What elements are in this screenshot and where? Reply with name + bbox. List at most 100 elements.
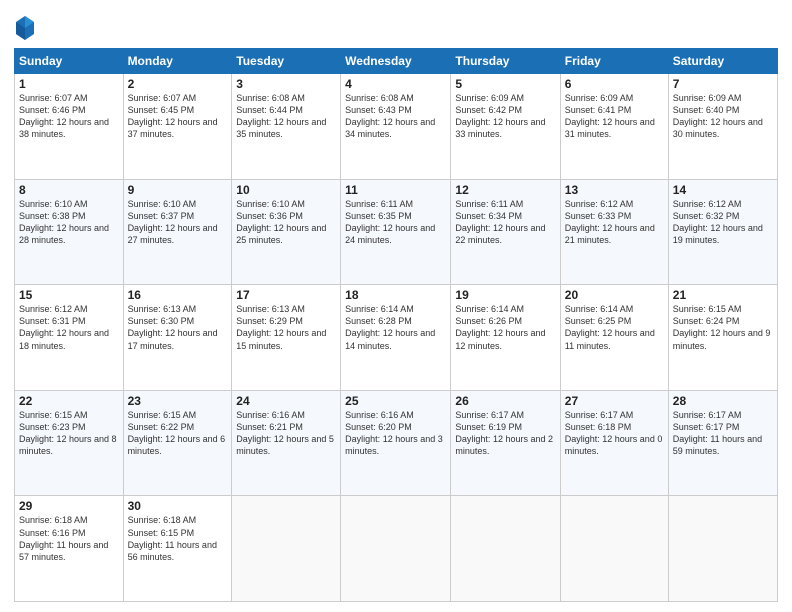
calendar-cell: 17 Sunrise: 6:13 AMSunset: 6:29 PMDaylig… [232, 285, 341, 391]
day-number: 29 [19, 499, 119, 513]
day-number: 2 [128, 77, 228, 91]
day-info: Sunrise: 6:13 AMSunset: 6:29 PMDaylight:… [236, 303, 336, 352]
day-info: Sunrise: 6:09 AMSunset: 6:42 PMDaylight:… [455, 92, 555, 141]
day-number: 6 [565, 77, 664, 91]
day-info: Sunrise: 6:10 AMSunset: 6:38 PMDaylight:… [19, 198, 119, 247]
calendar-cell: 29 Sunrise: 6:18 AMSunset: 6:16 PMDaylig… [15, 496, 124, 602]
day-info: Sunrise: 6:09 AMSunset: 6:41 PMDaylight:… [565, 92, 664, 141]
day-number: 22 [19, 394, 119, 408]
calendar-cell: 19 Sunrise: 6:14 AMSunset: 6:26 PMDaylig… [451, 285, 560, 391]
day-info: Sunrise: 6:18 AMSunset: 6:15 PMDaylight:… [128, 514, 228, 563]
day-info: Sunrise: 6:10 AMSunset: 6:36 PMDaylight:… [236, 198, 336, 247]
day-number: 20 [565, 288, 664, 302]
day-info: Sunrise: 6:17 AMSunset: 6:17 PMDaylight:… [673, 409, 773, 458]
calendar-cell: 11 Sunrise: 6:11 AMSunset: 6:35 PMDaylig… [341, 179, 451, 285]
day-number: 18 [345, 288, 446, 302]
day-number: 4 [345, 77, 446, 91]
calendar-header-tuesday: Tuesday [232, 49, 341, 74]
calendar-cell: 24 Sunrise: 6:16 AMSunset: 6:21 PMDaylig… [232, 390, 341, 496]
calendar-header-sunday: Sunday [15, 49, 124, 74]
day-number: 30 [128, 499, 228, 513]
day-number: 26 [455, 394, 555, 408]
day-info: Sunrise: 6:12 AMSunset: 6:32 PMDaylight:… [673, 198, 773, 247]
calendar-cell: 26 Sunrise: 6:17 AMSunset: 6:19 PMDaylig… [451, 390, 560, 496]
calendar-cell: 22 Sunrise: 6:15 AMSunset: 6:23 PMDaylig… [15, 390, 124, 496]
calendar-cell: 3 Sunrise: 6:08 AMSunset: 6:44 PMDayligh… [232, 74, 341, 180]
calendar-cell: 27 Sunrise: 6:17 AMSunset: 6:18 PMDaylig… [560, 390, 668, 496]
day-number: 13 [565, 183, 664, 197]
day-number: 23 [128, 394, 228, 408]
day-number: 5 [455, 77, 555, 91]
day-number: 11 [345, 183, 446, 197]
day-info: Sunrise: 6:15 AMSunset: 6:22 PMDaylight:… [128, 409, 228, 458]
day-info: Sunrise: 6:14 AMSunset: 6:26 PMDaylight:… [455, 303, 555, 352]
calendar-week-1: 1 Sunrise: 6:07 AMSunset: 6:46 PMDayligh… [15, 74, 778, 180]
logo-icon [14, 14, 36, 42]
day-info: Sunrise: 6:17 AMSunset: 6:18 PMDaylight:… [565, 409, 664, 458]
day-number: 3 [236, 77, 336, 91]
calendar-header-monday: Monday [123, 49, 232, 74]
day-info: Sunrise: 6:14 AMSunset: 6:28 PMDaylight:… [345, 303, 446, 352]
day-info: Sunrise: 6:07 AMSunset: 6:46 PMDaylight:… [19, 92, 119, 141]
day-number: 14 [673, 183, 773, 197]
calendar-cell: 21 Sunrise: 6:15 AMSunset: 6:24 PMDaylig… [668, 285, 777, 391]
calendar-cell: 10 Sunrise: 6:10 AMSunset: 6:36 PMDaylig… [232, 179, 341, 285]
calendar-week-5: 29 Sunrise: 6:18 AMSunset: 6:16 PMDaylig… [15, 496, 778, 602]
calendar-cell: 12 Sunrise: 6:11 AMSunset: 6:34 PMDaylig… [451, 179, 560, 285]
day-number: 28 [673, 394, 773, 408]
calendar-week-2: 8 Sunrise: 6:10 AMSunset: 6:38 PMDayligh… [15, 179, 778, 285]
day-info: Sunrise: 6:11 AMSunset: 6:34 PMDaylight:… [455, 198, 555, 247]
calendar-cell: 13 Sunrise: 6:12 AMSunset: 6:33 PMDaylig… [560, 179, 668, 285]
day-number: 15 [19, 288, 119, 302]
calendar-cell: 18 Sunrise: 6:14 AMSunset: 6:28 PMDaylig… [341, 285, 451, 391]
calendar-cell [451, 496, 560, 602]
day-info: Sunrise: 6:12 AMSunset: 6:33 PMDaylight:… [565, 198, 664, 247]
day-info: Sunrise: 6:10 AMSunset: 6:37 PMDaylight:… [128, 198, 228, 247]
day-info: Sunrise: 6:07 AMSunset: 6:45 PMDaylight:… [128, 92, 228, 141]
calendar-cell: 23 Sunrise: 6:15 AMSunset: 6:22 PMDaylig… [123, 390, 232, 496]
calendar-cell: 25 Sunrise: 6:16 AMSunset: 6:20 PMDaylig… [341, 390, 451, 496]
calendar-header-friday: Friday [560, 49, 668, 74]
header [14, 10, 778, 42]
day-info: Sunrise: 6:15 AMSunset: 6:24 PMDaylight:… [673, 303, 773, 352]
day-info: Sunrise: 6:16 AMSunset: 6:21 PMDaylight:… [236, 409, 336, 458]
day-info: Sunrise: 6:18 AMSunset: 6:16 PMDaylight:… [19, 514, 119, 563]
calendar-header-row: SundayMondayTuesdayWednesdayThursdayFrid… [15, 49, 778, 74]
day-number: 1 [19, 77, 119, 91]
calendar-cell: 20 Sunrise: 6:14 AMSunset: 6:25 PMDaylig… [560, 285, 668, 391]
calendar-cell [341, 496, 451, 602]
day-info: Sunrise: 6:14 AMSunset: 6:25 PMDaylight:… [565, 303, 664, 352]
day-number: 19 [455, 288, 555, 302]
page: SundayMondayTuesdayWednesdayThursdayFrid… [0, 0, 792, 612]
day-number: 10 [236, 183, 336, 197]
day-info: Sunrise: 6:15 AMSunset: 6:23 PMDaylight:… [19, 409, 119, 458]
calendar-week-3: 15 Sunrise: 6:12 AMSunset: 6:31 PMDaylig… [15, 285, 778, 391]
calendar-cell: 9 Sunrise: 6:10 AMSunset: 6:37 PMDayligh… [123, 179, 232, 285]
calendar-cell: 4 Sunrise: 6:08 AMSunset: 6:43 PMDayligh… [341, 74, 451, 180]
day-info: Sunrise: 6:17 AMSunset: 6:19 PMDaylight:… [455, 409, 555, 458]
calendar-cell: 1 Sunrise: 6:07 AMSunset: 6:46 PMDayligh… [15, 74, 124, 180]
day-number: 12 [455, 183, 555, 197]
calendar-header-saturday: Saturday [668, 49, 777, 74]
calendar-cell: 16 Sunrise: 6:13 AMSunset: 6:30 PMDaylig… [123, 285, 232, 391]
day-number: 8 [19, 183, 119, 197]
calendar-cell: 6 Sunrise: 6:09 AMSunset: 6:41 PMDayligh… [560, 74, 668, 180]
calendar-cell: 2 Sunrise: 6:07 AMSunset: 6:45 PMDayligh… [123, 74, 232, 180]
day-number: 16 [128, 288, 228, 302]
calendar-header-thursday: Thursday [451, 49, 560, 74]
day-number: 7 [673, 77, 773, 91]
day-number: 24 [236, 394, 336, 408]
calendar-cell: 15 Sunrise: 6:12 AMSunset: 6:31 PMDaylig… [15, 285, 124, 391]
day-info: Sunrise: 6:13 AMSunset: 6:30 PMDaylight:… [128, 303, 228, 352]
calendar-week-4: 22 Sunrise: 6:15 AMSunset: 6:23 PMDaylig… [15, 390, 778, 496]
calendar-table: SundayMondayTuesdayWednesdayThursdayFrid… [14, 48, 778, 602]
calendar-cell: 8 Sunrise: 6:10 AMSunset: 6:38 PMDayligh… [15, 179, 124, 285]
day-info: Sunrise: 6:08 AMSunset: 6:44 PMDaylight:… [236, 92, 336, 141]
logo [14, 14, 40, 42]
day-info: Sunrise: 6:16 AMSunset: 6:20 PMDaylight:… [345, 409, 446, 458]
day-info: Sunrise: 6:08 AMSunset: 6:43 PMDaylight:… [345, 92, 446, 141]
day-info: Sunrise: 6:11 AMSunset: 6:35 PMDaylight:… [345, 198, 446, 247]
calendar-cell: 28 Sunrise: 6:17 AMSunset: 6:17 PMDaylig… [668, 390, 777, 496]
day-info: Sunrise: 6:09 AMSunset: 6:40 PMDaylight:… [673, 92, 773, 141]
calendar-header-wednesday: Wednesday [341, 49, 451, 74]
